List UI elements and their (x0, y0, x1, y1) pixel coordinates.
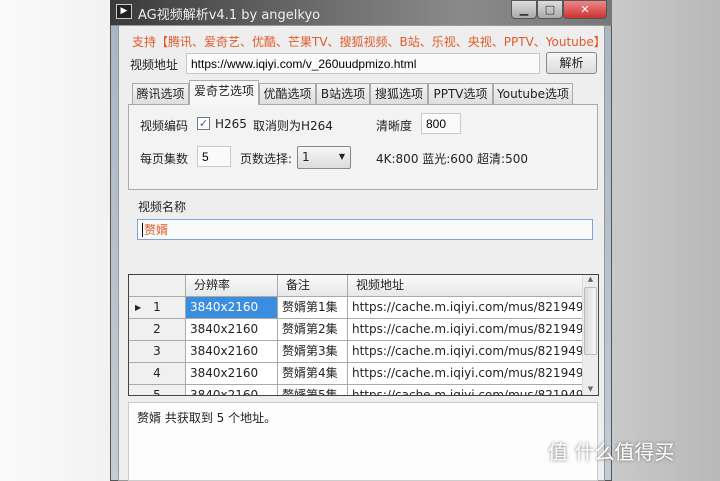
close-button[interactable]: ✕ (563, 0, 607, 19)
header-resolution[interactable]: 分辨率 (186, 275, 278, 297)
cell-note[interactable]: 赘婿第2集 (278, 319, 348, 341)
quality-hint: 4K:800 蓝光:600 超清:500 (376, 152, 528, 166)
page-select[interactable]: 1 ▼ (297, 146, 351, 169)
tab-bilibili[interactable]: B站选项 (316, 83, 370, 104)
row-header[interactable]: 1 ▶ (129, 297, 186, 319)
video-name-label: 视频名称 (138, 200, 187, 214)
cell-url[interactable]: https://cache.m.iqiyi.com/mus/821949... (348, 319, 583, 341)
cell-resolution[interactable]: 3840x2160 (186, 363, 278, 385)
video-name-value: 赘婿 (142, 223, 169, 237)
row-header[interactable]: 3 (129, 341, 186, 363)
minimize-icon: ▁ (519, 3, 529, 16)
h265-label: H265 (215, 117, 247, 131)
grid-scrollbar[interactable]: ▲ ▼ (582, 275, 598, 395)
video-name-input[interactable]: 赘婿 (137, 219, 593, 240)
row-header[interactable]: 4 (129, 363, 186, 385)
cell-note[interactable]: 赘婿第5集 (278, 385, 348, 395)
url-input[interactable] (186, 53, 540, 74)
codec-label: 视频编码 (140, 119, 189, 133)
status-log[interactable]: 赘婿 共获取到 5 个地址。 (128, 402, 598, 481)
minimize-button[interactable]: ▁ (511, 0, 537, 19)
cell-resolution[interactable]: 3840x2160 (186, 385, 278, 395)
quality-input[interactable] (421, 113, 461, 134)
scroll-up-icon[interactable]: ▲ (583, 275, 598, 283)
tab-youku[interactable]: 优酷选项 (259, 83, 316, 104)
cell-resolution[interactable]: 3840x2160 (186, 319, 278, 341)
header-note[interactable]: 备注 (278, 275, 348, 297)
h264-note: 取消则为H264 (253, 119, 333, 133)
h265-checkbox[interactable]: ✓ (197, 117, 210, 130)
maximize-icon: □ (544, 3, 556, 16)
cell-url[interactable]: https://cache.m.iqiyi.com/mus/821949... (348, 363, 583, 385)
tab-youtube[interactable]: Youtube选项 (493, 83, 573, 104)
watermark-logo: 值 什么值得买 (548, 440, 675, 464)
scrollbar-thumb[interactable] (584, 287, 597, 355)
per-page-label: 每页集数 (140, 152, 189, 166)
quality-label: 清晰度 (376, 119, 413, 133)
current-row-icon: ▶ (135, 303, 142, 312)
grid-corner (129, 275, 186, 297)
parse-button[interactable]: 解析 (546, 52, 597, 74)
row-header[interactable]: 2 (129, 319, 186, 341)
cell-note[interactable]: 赘婿第1集 (278, 297, 348, 319)
window-title: AG视频解析v4.1 by angelkyo (138, 8, 321, 23)
cell-resolution[interactable]: 3840x2160 (186, 341, 278, 363)
page-select-label: 页数选择: (240, 152, 293, 166)
cell-note[interactable]: 赘婿第4集 (278, 363, 348, 385)
page-select-value: 1 (302, 150, 310, 164)
status-text: 赘婿 共获取到 5 个地址。 (137, 411, 277, 425)
header-url[interactable]: 视频地址 (348, 275, 583, 297)
tab-tencent[interactable]: 腾讯选项 (132, 83, 189, 104)
cell-url[interactable]: https://cache.m.iqiyi.com/mus/821949... (348, 297, 583, 319)
cell-resolution[interactable]: 3840x2160 (186, 297, 278, 319)
cell-url[interactable]: https://cache.m.iqiyi.com/mus/821949... (348, 341, 583, 363)
film-icon: ▶ (116, 4, 132, 19)
per-page-input[interactable] (197, 146, 231, 167)
supported-sites-text: 支持【腾讯、爱奇艺、优酷、芒果TV、搜狐视频、B站、乐视、央视、PPTV、You… (132, 35, 606, 49)
chevron-down-icon: ▼ (338, 152, 345, 161)
close-icon: ✕ (580, 3, 590, 16)
scroll-down-icon[interactable]: ▼ (583, 385, 598, 393)
tab-sohu[interactable]: 搜狐选项 (370, 83, 428, 104)
checkmark-icon: ✓ (198, 117, 209, 130)
cell-note[interactable]: 赘婿第3集 (278, 341, 348, 363)
tab-pptv[interactable]: PPTV选项 (428, 83, 493, 104)
row-header[interactable]: 5 (129, 385, 186, 395)
tab-iqiyi[interactable]: 爱奇艺选项 (189, 80, 259, 105)
results-grid: 分辨率 备注 视频地址 1 ▶ 3840x2160 赘婿第1集 https://cach… (128, 274, 599, 396)
url-label: 视频地址 (130, 58, 179, 72)
maximize-button[interactable]: □ (537, 0, 563, 19)
cell-url[interactable]: https://cache.m.iqiyi.com/mus/821949... (348, 385, 583, 395)
